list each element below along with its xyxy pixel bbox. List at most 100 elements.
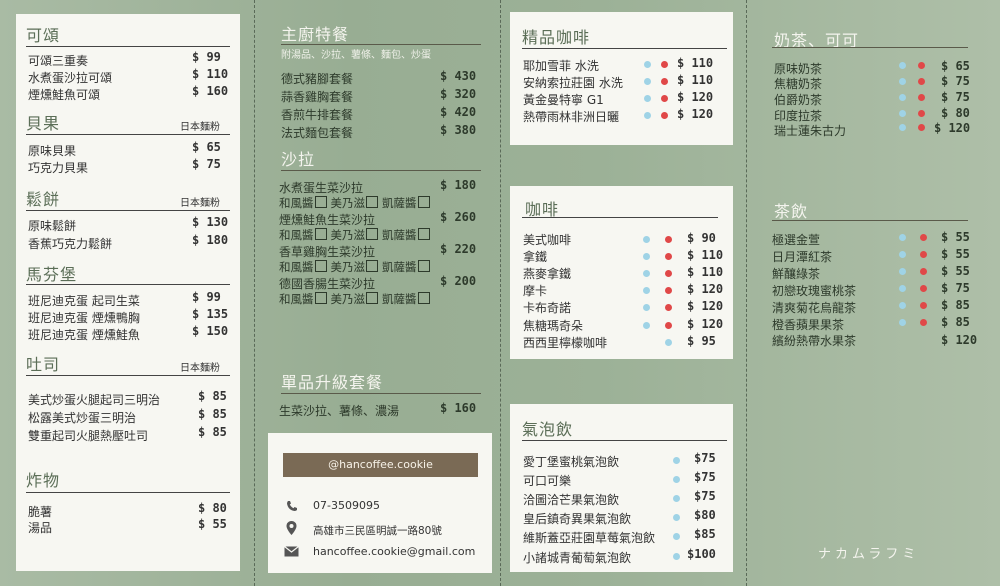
- dressing-option-label: 美乃滋: [330, 196, 366, 210]
- dressing-checkbox[interactable]: [366, 196, 378, 208]
- menu-item-name: 巧克力貝果: [28, 161, 89, 175]
- menu-item-name: 原味貝果: [28, 144, 77, 158]
- menu-item-price: $ 420: [440, 105, 477, 119]
- menu-item-name: 美式咖啡: [523, 233, 572, 247]
- hot-indicator-icon: [920, 268, 927, 275]
- section-rule: [522, 48, 727, 49]
- menu-item-price: $ 120: [677, 107, 714, 121]
- dressing-checkbox[interactable]: [366, 260, 378, 272]
- dressing-checkbox[interactable]: [417, 228, 430, 240]
- menu-item-price: $ 380: [440, 123, 477, 137]
- section-rule: [281, 170, 481, 171]
- iced-indicator-icon: [643, 253, 650, 260]
- menu-item-price: $ 260: [440, 210, 477, 224]
- menu-item-price: $ 120: [687, 282, 724, 296]
- phone-icon: [287, 501, 297, 511]
- hot-indicator-icon: [918, 78, 925, 85]
- menu-item-price: $ 180: [192, 233, 229, 247]
- dressing-option-label: 凱薩醬: [382, 196, 417, 210]
- menu-item-name: 日月潭紅茶: [772, 250, 833, 264]
- section-subtitle: 附湯品、沙拉、薯條、麵包、炒蛋: [281, 50, 431, 61]
- iced-indicator-icon: [665, 339, 672, 346]
- dressing-options: 和風醬 美乃滋 凱薩醬: [279, 291, 434, 307]
- hot-indicator-icon: [918, 110, 925, 117]
- menu-item-name: 原味鬆餅: [28, 219, 77, 233]
- menu-item-name: 香煎牛排套餐: [281, 108, 354, 122]
- menu-item-price: $ 55: [941, 247, 970, 261]
- sparkling-panel: 氣泡飲 愛丁堡蜜桃氣泡飲 $75 可口可樂 $75 洽圖洽芒果氣泡飲 $75 皇…: [510, 404, 733, 572]
- hot-indicator-icon: [665, 236, 672, 243]
- section-title: 氣泡飲: [522, 420, 574, 439]
- dressing-checkbox[interactable]: [314, 260, 327, 272]
- dressing-checkbox[interactable]: [366, 228, 378, 240]
- menu-item-price: $ 80: [941, 106, 970, 120]
- menu-item-name: 洽圖洽芒果氣泡飲: [523, 493, 620, 507]
- section-title: 炸物: [26, 471, 61, 490]
- dressing-checkbox[interactable]: [314, 228, 327, 240]
- menu-item-price: $ 65: [941, 59, 970, 73]
- hot-indicator-icon: [661, 95, 668, 102]
- menu-item-name: 焦糖奶茶: [774, 77, 823, 91]
- dressing-checkbox[interactable]: [314, 196, 327, 208]
- iced-indicator-icon: [643, 304, 650, 311]
- menu-item-price: $ 110: [677, 56, 714, 70]
- dressing-option-label: 凱薩醬: [382, 260, 417, 274]
- dressing-option-label: 和風醬: [279, 260, 314, 274]
- hot-indicator-icon: [661, 78, 668, 85]
- dressing-option-label: 和風醬: [279, 292, 314, 306]
- menu-item-price: $ 120: [677, 90, 714, 104]
- fold-line: [746, 0, 747, 586]
- phone-number[interactable]: 07-3509095: [313, 499, 380, 512]
- menu-item-name: 焦糖瑪奇朵: [523, 319, 584, 333]
- menu-item-name: 脆薯: [28, 505, 53, 519]
- section-title: 貝果: [26, 114, 61, 133]
- iced-indicator-icon: [643, 287, 650, 294]
- email-address[interactable]: hancoffee.cookie@gmail.com: [313, 545, 475, 558]
- coffee-panel: 咖啡 美式咖啡 $ 90 拿鐵 $ 110 燕麥拿鐵 $ 110 摩卡 $ 12…: [510, 186, 733, 359]
- dressing-checkbox[interactable]: [366, 292, 378, 304]
- menu-item-name: 美式炒蛋火腿起司三明治: [28, 393, 161, 407]
- section-title: 吐司: [26, 355, 61, 374]
- iced-indicator-icon: [899, 302, 906, 309]
- iced-indicator-icon: [644, 78, 651, 85]
- menu-item-price: $ 150: [192, 324, 229, 338]
- menu-item-price: $ 85: [198, 407, 227, 421]
- menu-item-price: $ 120: [687, 317, 724, 331]
- menu-item-price: $ 200: [440, 274, 477, 288]
- menu-item-name: 生菜沙拉、薯條、濃湯: [279, 404, 400, 418]
- premium-coffee-panel: 精品咖啡 耶加雪菲 水洗 $ 110 安納索拉莊園 水洗 $ 110 黃金曼特寧…: [510, 12, 733, 145]
- menu-item-name: 摩卡: [523, 284, 548, 298]
- iced-indicator-icon: [899, 78, 906, 85]
- iced-indicator-icon: [643, 270, 650, 277]
- menu-item-price: $ 75: [941, 281, 970, 295]
- menu-item-name: 瑞士蓮朱古力: [774, 124, 847, 138]
- menu-item-name: 皇后鎮奇異果氣泡飲: [523, 512, 632, 526]
- dressing-option-label: 美乃滋: [330, 228, 366, 242]
- hot-indicator-icon: [918, 124, 925, 131]
- iced-indicator-icon: [899, 251, 906, 258]
- menu-item-name: 蒜香雞胸套餐: [281, 90, 354, 104]
- iced-indicator-icon: [673, 495, 680, 502]
- menu-item-price: $ 99: [192, 50, 221, 64]
- dressing-checkbox[interactable]: [314, 292, 327, 304]
- section-title: 茶飲: [774, 202, 809, 221]
- menu-item-name: 鮮釀綠茶: [772, 267, 821, 281]
- menu-item-name: 煙燻鮭魚可頌: [28, 88, 101, 102]
- dressing-checkbox[interactable]: [417, 196, 430, 208]
- hot-indicator-icon: [918, 62, 925, 69]
- dressing-checkbox[interactable]: [417, 260, 430, 272]
- menu-item-price: $ 85: [941, 298, 970, 312]
- menu-item-name: 煙燻鮭魚生菜沙拉: [279, 213, 376, 227]
- menu-item-name: 小諸城青葡萄氣泡飲: [523, 551, 632, 565]
- iced-indicator-icon: [643, 236, 650, 243]
- menu-item-name: 清爽菊花烏龍茶: [772, 301, 857, 315]
- email-icon: [284, 546, 299, 557]
- menu-item-name: 法式麵包套餐: [281, 126, 354, 140]
- iced-indicator-icon: [899, 319, 906, 326]
- instagram-banner[interactable]: @hancoffee.cookie: [283, 453, 478, 477]
- dressing-options: 和風醬 美乃滋 凱薩醬: [279, 227, 434, 243]
- dressing-checkbox[interactable]: [417, 292, 430, 304]
- menu-item-name: 水煮蛋生菜沙拉: [279, 181, 364, 195]
- iced-indicator-icon: [673, 476, 680, 483]
- iced-indicator-icon: [899, 285, 906, 292]
